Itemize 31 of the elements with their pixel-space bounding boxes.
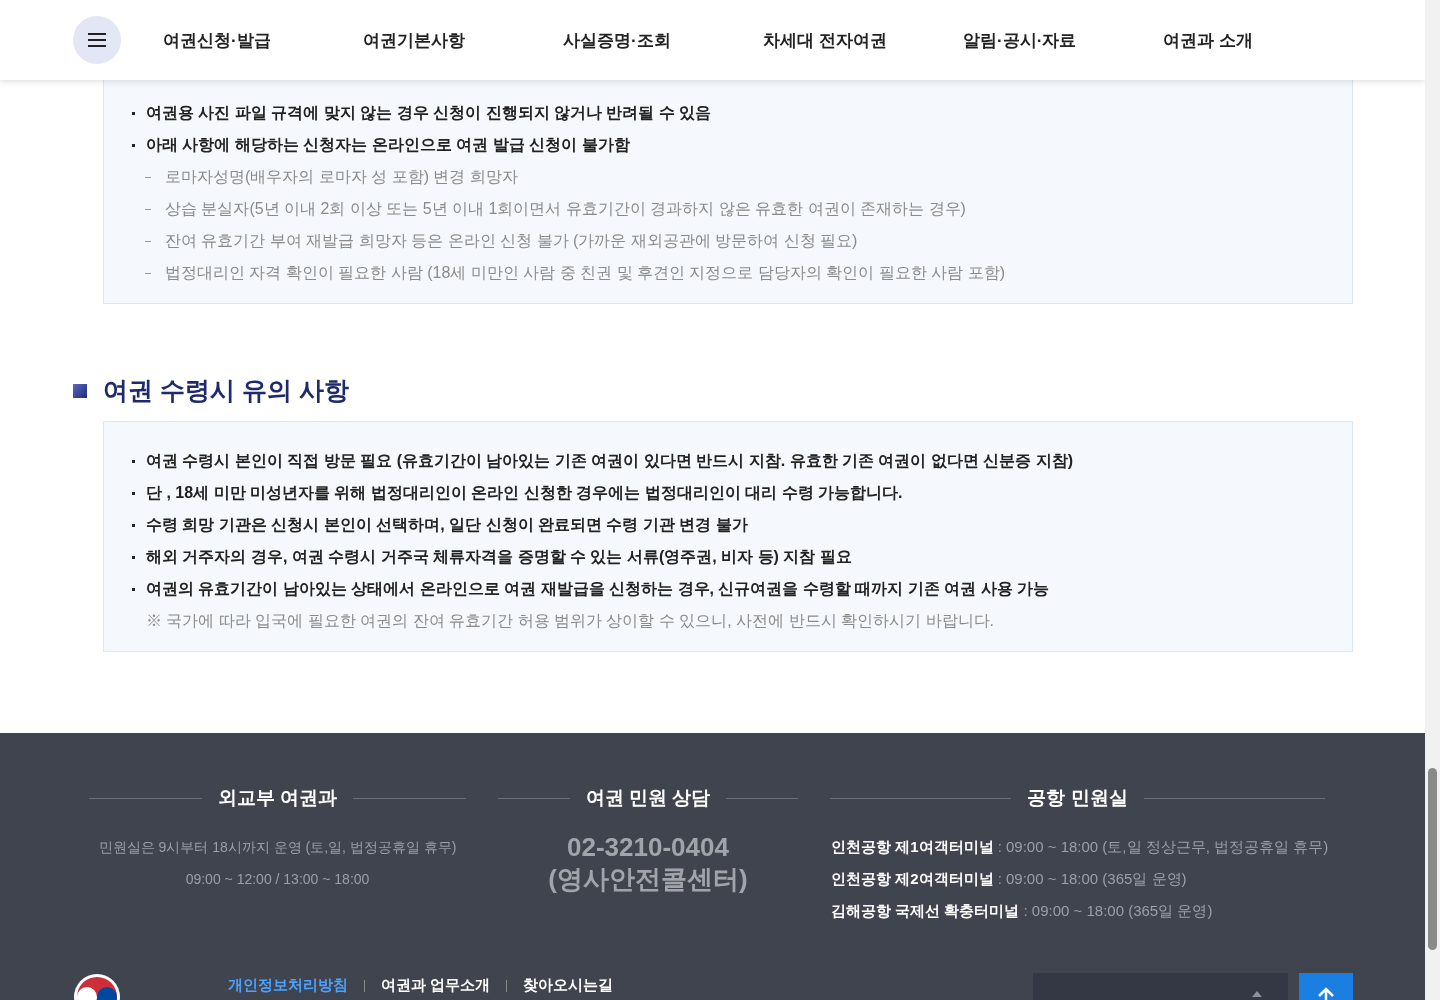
nav-link[interactable]: 여권기본사항 xyxy=(363,28,563,52)
nav-link[interactable]: 알림·공시·자료 xyxy=(963,28,1163,52)
footer-title: 여권 민원 상담 xyxy=(585,786,711,810)
phone-number: 02-3210-0404 xyxy=(566,831,730,863)
footer-link[interactable]: 찾아오시는길 xyxy=(523,976,614,995)
airport-hours-text: 인천공항 제2여객터미널 : 09:00 ~ 18:00 (365일 운영) xyxy=(830,869,1188,889)
nav-link[interactable]: 사실증명·조회 xyxy=(563,28,763,52)
list-item: 단 , 18세 미만 미성년자를 위해 법정대리인이 온라인 신청한 경우에는 법정대리인이 대리 수령 가능합니다. xyxy=(129,477,1352,509)
list-item: 상습 분실자(5년 이내 2회 이상 또는 5년 이내 1회이면서 유효기간이 경과하지 않은 유효한 여권이 존재하는 경우) xyxy=(129,193,1352,225)
list-item: 아래 사항에 해당하는 신청자는 온라인으로 여권 발급 신청이 불가함 xyxy=(129,129,1352,161)
list-item: 잔여 유효기간 부여 재발급 희망자 등은 온라인 신청 불가 (가까운 재외공관에 방문하여 신청 필요) xyxy=(129,225,1352,257)
office-hours-text: 민원실은 9시부터 18시까지 운영 (토,일, 법정공휴일 휴무) xyxy=(97,838,458,857)
list-item: 해외 거주자의 경우, 여권 수령시 거주국 체류자격을 증명할 수 있는 서류(영주권, 비자 등) 지참 필요 xyxy=(129,541,1352,573)
nav-link[interactable]: 여권신청·발급 xyxy=(163,28,363,52)
list-item: 로마자성명(배우자의 로마자 성 포함) 변경 희망자 xyxy=(129,161,1352,193)
note-text: ※ 국가에 따라 입국에 필요한 여권의 잔여 유효기간 허용 범위가 상이할 수 있으니, 사전에 반드시 확인하시기 바랍니다. xyxy=(145,611,995,631)
list-item: 수령 희망 기관은 신청시 본인이 선택하며, 일단 신청이 완료되면 수령 기관 변경 불가 xyxy=(129,509,1352,541)
footer-link[interactable]: 개인정보처리방침 xyxy=(228,976,348,995)
list-item: 여권용 사진 파일 규격에 맞지 않는 경우 신청이 진행되지 않거나 반려될 수 있음 xyxy=(129,97,1352,129)
footer-title: 외교부 여권과 xyxy=(217,786,338,810)
airport-hours-text: 김해공항 국제선 확충터미널 : 09:00 ~ 18:00 (365일 운영) xyxy=(830,901,1214,921)
nav-link[interactable]: 차세대 전자여권 xyxy=(763,28,963,52)
list-item: 여권의 유효기간이 남아있는 상태에서 온라인으로 여권 재발급을 신청하는 경우, 신규여권을 수령할 때까지 기존 여권 사용 가능 xyxy=(129,573,1352,605)
footer-title: 공항 민원실 xyxy=(1027,786,1128,810)
list-item: 법정대리인 자격 확인이 필요한 사람 (18세 미만인 사람 중 친권 및 후견인 지정으로 담당자의 확인이 필요한 사람 포함) xyxy=(129,257,1352,289)
footer-link[interactable]: 여권과 업무소개 xyxy=(381,976,491,995)
nav-link[interactable]: 여권과 소개 xyxy=(1163,28,1363,52)
office-hours-text: 09:00 ~ 12:00 / 13:00 ~ 18:00 xyxy=(184,870,371,889)
call-center-name: (영사안전콜센터) xyxy=(547,863,749,895)
section-title: 여권 수령시 유의 사항 xyxy=(103,375,349,406)
list-item: 여권 수령시 본인이 직접 방문 필요 (유효기간이 남아있는 기존 여권이 있다면 반드시 지참. 유효한 기존 여권이 없다면 신분증 지참) xyxy=(129,445,1352,477)
